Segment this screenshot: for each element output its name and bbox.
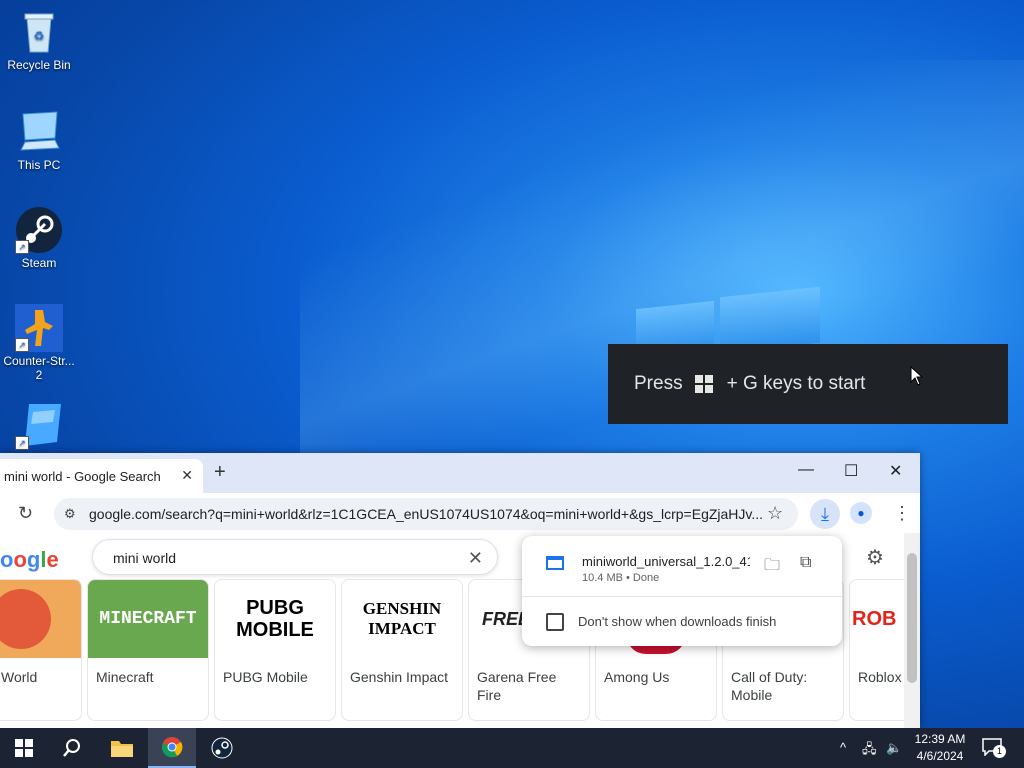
show-hidden-icons-icon[interactable]: ^ xyxy=(840,740,846,755)
desktop-icon-recycle-bin[interactable]: ♻ Recycle Bin xyxy=(2,8,76,72)
address-url: google.com/search?q=mini+world&rlz=1C1GC… xyxy=(89,506,764,522)
card-label: World xyxy=(1,669,38,685)
card-label: Genshin Impact xyxy=(350,669,449,685)
card-label: Among Us xyxy=(604,669,670,685)
tab-mini-world-search[interactable]: mini world - Google Search ✕ xyxy=(0,459,203,493)
list-item[interactable]: World xyxy=(0,579,82,721)
clock-time: 12:39 AM xyxy=(914,732,966,746)
page-scrollbar[interactable] xyxy=(904,533,920,728)
site-info-icon[interactable]: ⚙ xyxy=(64,498,76,530)
notification-count: 1 xyxy=(993,745,1006,758)
network-icon[interactable]: 🖧 xyxy=(862,740,877,762)
settings-gear-icon[interactable]: ⚙ xyxy=(866,545,884,570)
steam-taskbar-icon[interactable] xyxy=(198,728,246,768)
desktop-icon-this-pc[interactable]: This PC xyxy=(2,108,76,172)
maximize-button[interactable]: ☐ xyxy=(844,461,858,481)
close-window-button[interactable]: ✕ xyxy=(889,461,902,481)
desktop-icon-label: Counter-Str... xyxy=(3,354,75,368)
desktop-icon-label: This PC xyxy=(17,158,61,172)
windows-logo-icon xyxy=(15,739,33,757)
mini-world-icon: ↗ xyxy=(15,402,63,450)
reload-icon[interactable]: ↻ xyxy=(18,503,33,524)
download-meta: 10.4 MB • Done xyxy=(582,572,660,584)
recycle-bin-icon: ♻ xyxy=(15,8,63,56)
dont-show-label: Don't show when downloads finish xyxy=(578,614,777,629)
tab-close-icon[interactable]: ✕ xyxy=(181,467,193,484)
file-explorer-icon[interactable] xyxy=(98,728,146,768)
taskbar: ^ 🖧 🔈 12:39 AM 4/6/2024 1 xyxy=(0,728,1024,768)
download-filename[interactable]: miniworld_universal_1.2.0_41 xyxy=(582,554,750,569)
desktop-icon-counter-strike[interactable]: ↗ Counter-Str... 2 xyxy=(2,304,76,382)
windows-key-icon xyxy=(694,375,713,393)
show-in-folder-icon[interactable]: 🗀 xyxy=(764,554,780,581)
shortcut-arrow-icon: ↗ xyxy=(15,338,29,352)
game-thumbnail: PUBG MOBILE xyxy=(215,580,335,658)
mouse-cursor-icon xyxy=(910,366,924,386)
shortcut-arrow-icon: ↗ xyxy=(15,436,29,450)
profile-avatar-icon[interactable]: ● xyxy=(850,502,872,524)
game-bar-toast: Press + G keys to start xyxy=(608,344,1008,424)
list-item[interactable]: GENSHIN IMPACT Genshin Impact xyxy=(341,579,463,721)
chrome-titlebar: mini world - Google Search ✕ + — ☐ ✕ xyxy=(0,453,920,493)
scrollbar-thumb[interactable] xyxy=(907,553,917,683)
tab-title: mini world - Google Search xyxy=(4,468,161,484)
downloads-bubble: miniworld_universal_1.2.0_41 10.4 MB • D… xyxy=(522,536,842,646)
game-thumbnail: MINECRAFT xyxy=(88,580,208,658)
desktop-icon-steam[interactable]: ↗ Steam xyxy=(2,206,76,270)
notification-center-icon[interactable]: 1 xyxy=(982,738,1006,758)
desktop-icon-label: Steam xyxy=(21,256,57,270)
desktop-icon-label: 2 xyxy=(35,368,43,382)
chrome-menu-icon[interactable]: ⋮ xyxy=(893,503,911,524)
new-tab-button[interactable]: + xyxy=(214,461,226,484)
volume-muted-icon[interactable]: 🔈 xyxy=(886,740,902,756)
list-item[interactable]: PUBG MOBILE PUBG Mobile xyxy=(214,579,336,721)
desktop-icon-mini-world[interactable]: ↗ xyxy=(2,402,76,452)
card-label: PUBG Mobile xyxy=(223,669,308,685)
minimize-button[interactable]: — xyxy=(798,461,814,479)
toast-suffix: + G keys to start xyxy=(726,373,866,394)
svg-text:♻: ♻ xyxy=(34,29,45,43)
start-button[interactable] xyxy=(0,728,48,768)
chrome-taskbar-icon[interactable] xyxy=(148,728,196,768)
search-query: mini world xyxy=(113,550,177,566)
computer-icon xyxy=(15,108,63,156)
search-icon[interactable] xyxy=(48,728,96,768)
address-bar[interactable]: ⚙ google.com/search?q=mini+world&rlz=1C1… xyxy=(54,498,798,530)
search-input[interactable]: mini world ✕ xyxy=(92,539,498,575)
list-item[interactable]: MINECRAFT Minecraft xyxy=(87,579,209,721)
taskbar-clock[interactable]: 12:39 AM 4/6/2024 xyxy=(910,731,970,765)
open-external-icon[interactable]: ⧉ xyxy=(800,554,811,572)
card-label: Call of Duty: Mobile xyxy=(731,669,808,703)
shortcut-arrow-icon: ↗ xyxy=(15,240,29,254)
clear-search-icon[interactable]: ✕ xyxy=(468,540,483,576)
chrome-toolbar: ↻ ⚙ google.com/search?q=mini+world&rlz=1… xyxy=(0,493,920,533)
game-thumbnail: GENSHIN IMPACT xyxy=(342,580,462,658)
dont-show-checkbox[interactable] xyxy=(546,613,564,631)
clock-date: 4/6/2024 xyxy=(916,749,964,763)
desktop-icon-label: Recycle Bin xyxy=(7,58,71,72)
bookmark-star-icon[interactable]: ☆ xyxy=(767,503,783,524)
steam-icon: ↗ xyxy=(15,206,63,254)
card-label: Garena Free Fire xyxy=(477,669,557,703)
divider xyxy=(522,596,842,597)
toast-prefix: Press xyxy=(634,373,683,394)
google-logo[interactable]: oogle ogle xyxy=(0,547,59,573)
download-icon[interactable]: ⤓ xyxy=(810,499,840,529)
counter-strike-icon: ↗ xyxy=(15,304,63,352)
card-label: Minecraft xyxy=(96,669,154,685)
file-icon xyxy=(546,556,564,570)
game-thumbnail xyxy=(0,580,81,658)
